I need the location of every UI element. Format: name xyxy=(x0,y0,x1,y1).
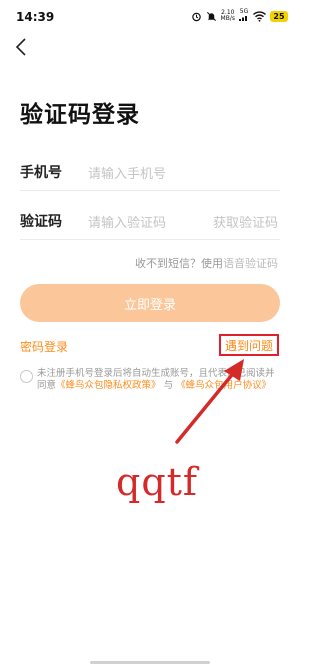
wifi-icon xyxy=(253,10,266,22)
signal-icon xyxy=(239,16,247,21)
status-bar: 14:39 2.10 MB/s 5G 25 xyxy=(0,0,300,30)
problem-link-label: 遇到问题 xyxy=(224,338,273,353)
back-chevron-icon[interactable] xyxy=(12,36,32,58)
divider xyxy=(20,190,280,191)
password-login-link[interactable]: 密码登录 xyxy=(20,338,68,355)
annotation-text: qqtf xyxy=(116,460,198,504)
net-speed: 2.10 MB/s xyxy=(220,9,235,22)
code-label: 验证码 xyxy=(20,214,62,230)
status-icons: 2.10 MB/s 5G 25 xyxy=(191,9,288,23)
code-input[interactable]: 请输入验证码 xyxy=(88,212,166,231)
phone-label: 手机号 xyxy=(20,165,62,181)
page-title: 验证码登录 xyxy=(20,102,140,128)
sms-hint: 收不到短信？使用语音验证码 xyxy=(135,255,278,271)
status-time: 14:39 xyxy=(16,10,55,24)
network-type: 5G xyxy=(239,9,249,23)
phone-input[interactable]: 请输入手机号 xyxy=(88,163,166,182)
privacy-policy-link[interactable]: 《蜂鸟众包隐私权政策》 xyxy=(56,380,161,391)
agree-radio[interactable] xyxy=(20,370,33,383)
get-code-button[interactable]: 获取验证码 xyxy=(213,212,278,231)
sms-hint-text: 收不到短信？使用 xyxy=(135,257,223,270)
voice-code-link[interactable]: 语音验证码 xyxy=(223,257,278,270)
battery-indicator: 25 xyxy=(270,10,288,22)
login-button[interactable]: 立即登录 xyxy=(20,284,280,322)
annotation-arrow-icon xyxy=(175,359,244,444)
problem-link[interactable]: 遇到问题 xyxy=(219,334,279,356)
mute-bell-icon xyxy=(206,11,216,21)
home-indicator[interactable] xyxy=(90,661,210,664)
divider xyxy=(20,239,280,240)
alarm-icon xyxy=(191,12,201,21)
